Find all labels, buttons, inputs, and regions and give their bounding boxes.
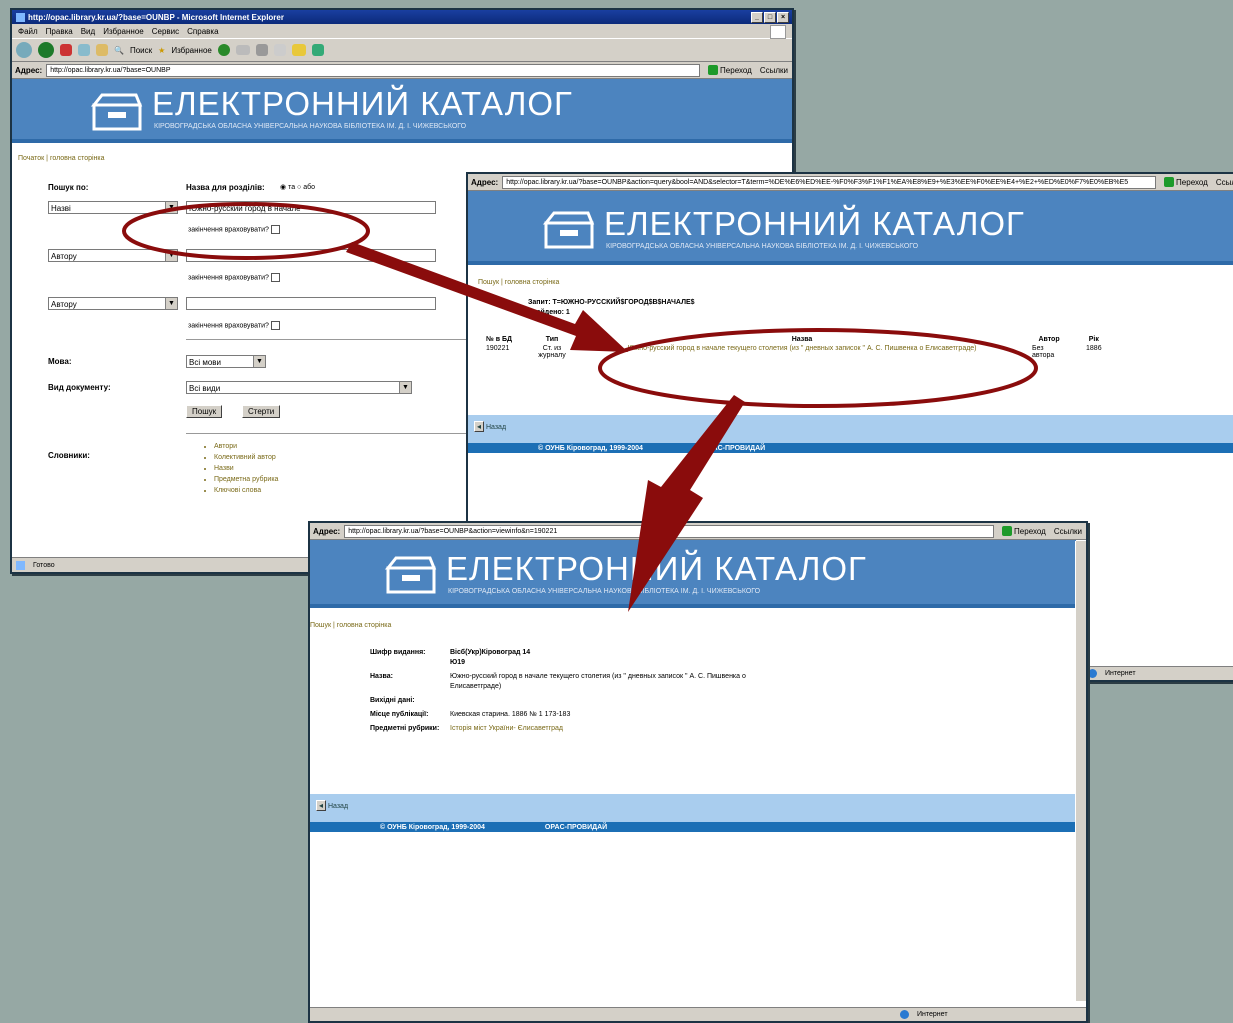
arrow-to-detail xyxy=(628,395,745,612)
annotation-overlay xyxy=(122,202,1038,612)
highlight-ellipse-result xyxy=(598,328,1038,408)
arrow-to-results xyxy=(346,242,628,352)
highlight-ellipse-search-input xyxy=(122,202,370,260)
